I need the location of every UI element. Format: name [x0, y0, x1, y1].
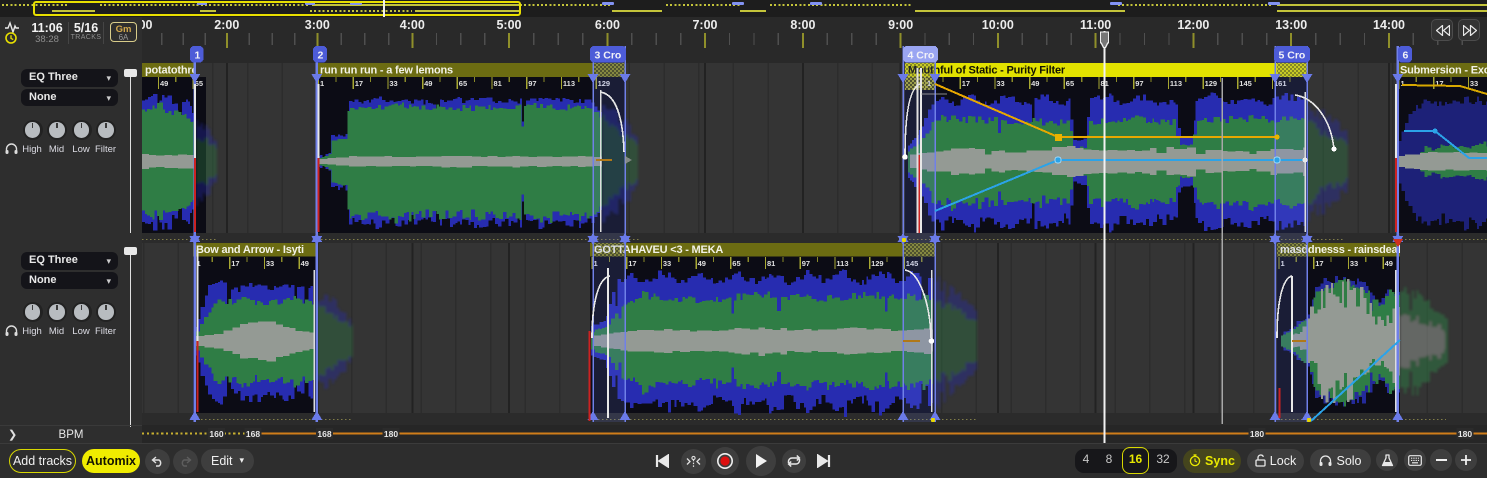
svg-text:1:00: 1:00	[142, 18, 153, 32]
svg-text:17: 17	[962, 79, 970, 88]
svg-text:33: 33	[1350, 259, 1358, 268]
svg-text:81: 81	[494, 79, 502, 88]
svg-text:2:00: 2:00	[214, 18, 239, 32]
svg-text:180: 180	[384, 429, 398, 439]
svg-text:11:00: 11:00	[1080, 18, 1111, 32]
svg-text:81: 81	[767, 259, 775, 268]
svg-text:13:00: 13:00	[1275, 18, 1307, 32]
svg-text:97: 97	[528, 79, 536, 88]
svg-text:97: 97	[802, 259, 810, 268]
svg-text:12:00: 12:00	[1177, 18, 1209, 32]
svg-text:3:00: 3:00	[305, 18, 330, 32]
svg-text:180: 180	[1458, 429, 1472, 439]
svg-text:run run run - a few lemons: run run run - a few lemons	[320, 65, 453, 77]
svg-text:33: 33	[663, 259, 671, 268]
svg-text:49: 49	[160, 79, 168, 88]
svg-text:17: 17	[355, 79, 363, 88]
svg-text:97: 97	[1135, 79, 1143, 88]
svg-text:33: 33	[266, 259, 274, 268]
svg-text:113: 113	[563, 79, 575, 88]
svg-text:7:00: 7:00	[692, 18, 717, 32]
svg-text:49: 49	[1385, 259, 1393, 268]
svg-text:168: 168	[317, 429, 331, 439]
svg-text:65: 65	[732, 259, 740, 268]
svg-text:6:00: 6:00	[595, 18, 620, 32]
svg-text:33: 33	[389, 79, 397, 88]
svg-text:113: 113	[836, 259, 848, 268]
svg-text:5:00: 5:00	[496, 18, 521, 32]
svg-text:49: 49	[424, 79, 432, 88]
svg-text:1: 1	[1401, 79, 1405, 88]
svg-text:129: 129	[871, 259, 884, 268]
svg-text:2: 2	[318, 50, 324, 62]
svg-text:10:00: 10:00	[982, 18, 1014, 32]
svg-text:180: 180	[1250, 429, 1264, 439]
svg-text:14:00: 14:00	[1373, 18, 1405, 32]
svg-text:17: 17	[628, 259, 636, 268]
svg-text:33: 33	[996, 79, 1004, 88]
svg-text:4 Cro: 4 Cro	[908, 50, 935, 62]
svg-text:4:00: 4:00	[400, 18, 425, 32]
svg-text:9:00: 9:00	[888, 18, 913, 32]
svg-text:Bow and Arrow - Isyti: Bow and Arrow - Isyti	[196, 244, 304, 256]
svg-text:33: 33	[1470, 79, 1478, 88]
svg-text:8:00: 8:00	[790, 18, 815, 32]
svg-text:65: 65	[1066, 79, 1074, 88]
svg-text:5 Cro: 5 Cro	[1279, 50, 1306, 62]
svg-text:65: 65	[459, 79, 467, 88]
svg-text:17: 17	[1315, 259, 1323, 268]
svg-text:160: 160	[209, 429, 223, 439]
svg-text:Submersion - Exodus: Submersion - Exodus	[1400, 65, 1487, 77]
svg-text:129: 129	[1205, 79, 1218, 88]
svg-text:168: 168	[246, 429, 260, 439]
svg-text:49: 49	[698, 259, 706, 268]
svg-text:6: 6	[1403, 50, 1409, 62]
svg-text:17: 17	[231, 259, 239, 268]
svg-text:1: 1	[320, 79, 324, 88]
svg-text:3 Cro: 3 Cro	[595, 50, 622, 62]
svg-text:113: 113	[1170, 79, 1182, 88]
svg-text:145: 145	[1239, 79, 1252, 88]
svg-text:49: 49	[1031, 79, 1039, 88]
svg-text:49: 49	[301, 259, 309, 268]
svg-text:1: 1	[195, 50, 201, 62]
